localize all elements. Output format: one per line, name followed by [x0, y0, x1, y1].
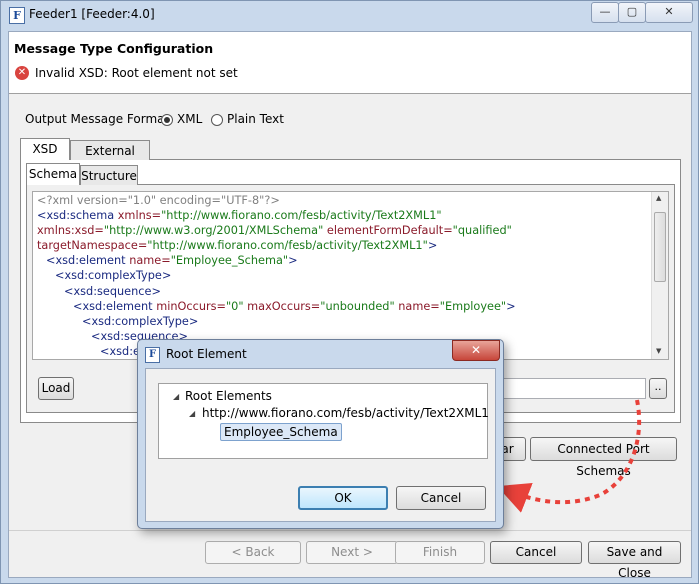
root-element-tree[interactable]: ◢ Root Elements ◢ http://www.fiorano.com… — [158, 383, 489, 459]
tree-node-root-elements[interactable]: Root Elements — [185, 389, 272, 403]
dialog-app-icon: F — [145, 347, 160, 363]
dialog-title: Root Element — [166, 347, 247, 361]
dialog-close-button[interactable]: ✕ — [452, 340, 500, 361]
expand-arrow-icon[interactable]: ◢ — [173, 392, 179, 401]
root-element-dialog: F Root Element ✕ ◢ Root Elements ◢ http:… — [137, 339, 504, 529]
dialog-cancel-button[interactable]: Cancel — [396, 486, 486, 510]
expand-arrow-icon[interactable]: ◢ — [189, 409, 195, 418]
arrow-path — [497, 399, 642, 513]
dialog-body: ◢ Root Elements ◢ http://www.fiorano.com… — [145, 368, 496, 522]
tree-node-employee-schema[interactable]: Employee_Schema — [220, 423, 342, 441]
ok-button[interactable]: OK — [298, 486, 388, 510]
tree-node-namespace[interactable]: http://www.fiorano.com/fesb/activity/Tex… — [202, 406, 489, 420]
